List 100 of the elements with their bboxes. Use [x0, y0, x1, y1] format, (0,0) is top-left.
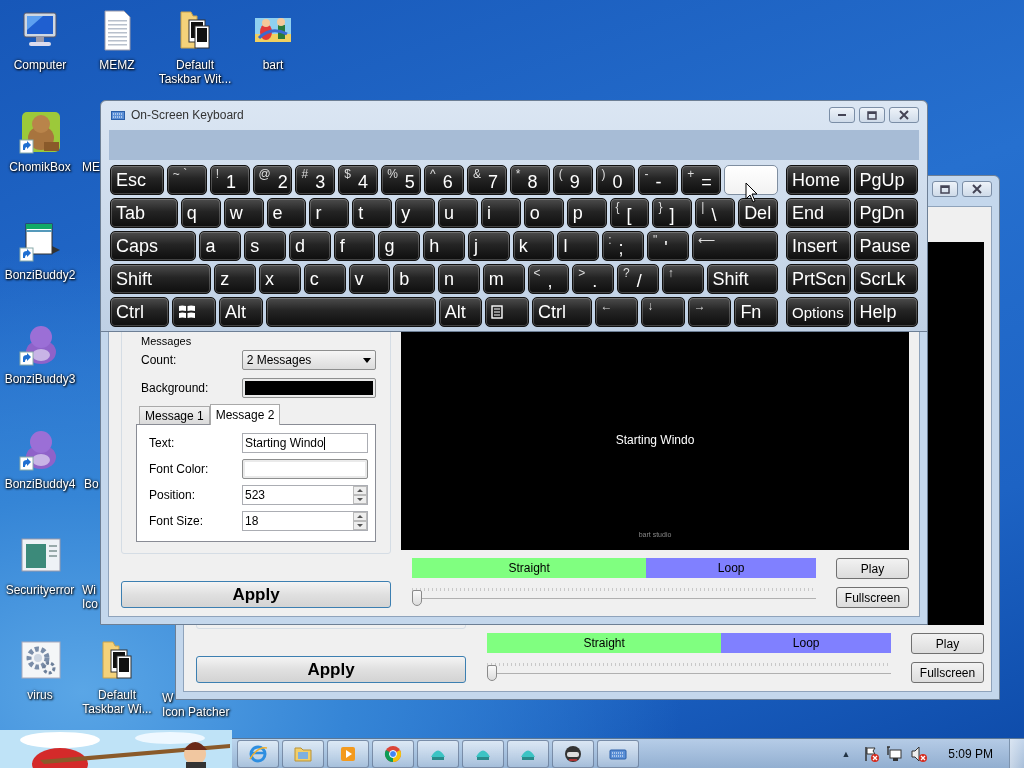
keyboard-key[interactable]: Insert — [786, 231, 851, 261]
keyboard-key[interactable]: x — [259, 264, 301, 294]
show-hidden-icons-button[interactable]: ▲ — [841, 748, 851, 759]
keyboard-key[interactable]: # 3 — [295, 165, 336, 195]
keyboard-key[interactable]: Help — [853, 297, 918, 327]
keyboard-key[interactable]: ← — [594, 297, 639, 327]
tab[interactable]: Message 1 — [139, 406, 210, 424]
slider-thumb[interactable] — [487, 665, 497, 681]
keyboard-key[interactable]: PgUp — [853, 165, 918, 195]
keyboard-key[interactable]: d — [288, 231, 331, 261]
keyboard-key[interactable]: < , — [527, 264, 570, 294]
keyboard-key[interactable]: & 7 — [466, 165, 507, 195]
keyboard-key[interactable] — [485, 297, 530, 327]
keyboard-key[interactable]: Ctrl — [110, 297, 170, 327]
keyboard-key[interactable]: ^ 6 — [424, 165, 464, 195]
mode-segment[interactable]: Straight — [412, 558, 647, 578]
mode-segment[interactable]: Loop — [721, 633, 891, 653]
keyboard-key[interactable]: t — [352, 198, 393, 228]
keyboard-key[interactable]: c — [303, 264, 346, 294]
keyboard-key[interactable]: Home — [786, 165, 851, 195]
keyboard-key[interactable]: Ctrl — [532, 297, 592, 327]
keyboard-key[interactable]: Shift — [706, 264, 778, 294]
maximize-button[interactable] — [859, 107, 885, 123]
fullscreen-button[interactable]: Fullscreen — [836, 587, 909, 608]
keyboard-key[interactable]: q — [180, 198, 221, 228]
keyboard-key[interactable]: u — [438, 198, 478, 228]
keyboard-key[interactable]: g — [378, 231, 421, 261]
play-button[interactable]: Play — [911, 633, 984, 654]
keyboard-key[interactable]: k — [512, 231, 555, 261]
keyboard-key[interactable]: z — [214, 264, 256, 294]
keyboard-key[interactable]: $ 4 — [338, 165, 379, 195]
keyboard-key[interactable]: ~ ` — [166, 165, 207, 195]
keyboard-key[interactable]: ↓ — [641, 297, 685, 327]
keyboard-key[interactable]: b — [393, 264, 435, 294]
keyboard-key[interactable]: Esc — [110, 165, 164, 195]
close-button[interactable] — [889, 107, 919, 123]
maximize-button[interactable] — [932, 181, 958, 197]
clock[interactable]: 5:09 PM — [948, 746, 993, 761]
keyboard-key[interactable]: } ] — [652, 198, 693, 228]
keyboard-key[interactable]: { [ — [609, 198, 650, 228]
show-desktop-button[interactable] — [1009, 739, 1024, 768]
flag-icon[interactable] — [862, 744, 881, 763]
keyboard-key[interactable]: ( 9 — [552, 165, 593, 195]
keyboard-key[interactable]: * 8 — [509, 165, 550, 195]
keyboard-key[interactable]: s — [244, 231, 286, 261]
keyboard-key[interactable]: | \ — [695, 198, 736, 228]
keyboard-key[interactable]: o — [523, 198, 564, 228]
minimize-button[interactable] — [829, 107, 855, 123]
keyboard-key[interactable]: v — [348, 264, 391, 294]
keyboard-key[interactable]: PgDn — [853, 198, 918, 228]
keyboard-key[interactable]: Alt — [219, 297, 263, 327]
keyboard-key[interactable]: Del — [738, 198, 778, 228]
keyboard-key[interactable]: Options — [786, 297, 851, 327]
mode-segment[interactable]: Straight — [487, 633, 722, 653]
keyboard-key[interactable]: + = — [681, 165, 722, 195]
keyboard-key[interactable]: l — [557, 231, 600, 261]
keyboard-key[interactable]: > . — [572, 264, 614, 294]
keyboard-key[interactable]: Shift — [110, 264, 212, 294]
text-field[interactable]: Starting Windo — [242, 433, 368, 453]
count-dropdown[interactable]: 2 Messages — [241, 350, 376, 370]
keyboard-key[interactable]: n — [438, 264, 480, 294]
keyboard-key[interactable]: - - — [638, 165, 679, 195]
tab[interactable]: Message 2 — [209, 404, 281, 425]
keyboard-key[interactable]: Fn — [734, 297, 778, 327]
keyboard-key[interactable]: j — [467, 231, 510, 261]
close-button[interactable] — [962, 181, 992, 197]
keyboard-key[interactable]: Caps — [110, 231, 197, 261]
keyboard-key[interactable]: ScrLk — [853, 264, 918, 294]
keyboard-key[interactable]: w — [223, 198, 264, 228]
apply-button[interactable]: Apply — [121, 581, 391, 608]
keyboard-key[interactable]: → — [687, 297, 732, 327]
up-down-arrows-icon[interactable] — [353, 512, 367, 530]
keyboard-key[interactable]: f — [333, 231, 376, 261]
keyboard-key[interactable]: r — [309, 198, 350, 228]
up-down-arrows-icon[interactable] — [353, 486, 367, 504]
keyboard-key[interactable]: " ' — [646, 231, 689, 261]
number-field[interactable]: 18 — [242, 511, 368, 531]
play-button[interactable]: Play — [836, 558, 909, 579]
keyboard-key[interactable]: m — [482, 264, 525, 294]
number-field[interactable]: 523 — [242, 485, 368, 505]
keyboard-key[interactable]: ⟵ — [691, 231, 778, 261]
mode-segment[interactable]: Loop — [646, 558, 816, 578]
speaker-icon[interactable] — [910, 744, 929, 763]
keyboard-key[interactable]: : ; — [602, 231, 644, 261]
network-icon[interactable] — [886, 744, 905, 763]
slider-thumb[interactable] — [412, 590, 422, 606]
keyboard-key[interactable]: ? / — [617, 264, 659, 294]
color-swatch[interactable] — [242, 459, 368, 479]
keyboard-key[interactable]: ! 1 — [209, 165, 250, 195]
keyboard-key[interactable]: PrtScn — [786, 264, 851, 294]
keyboard-key[interactable]: a — [199, 231, 242, 261]
keyboard-key[interactable]: e — [266, 198, 307, 228]
keyboard-key[interactable]: @ 2 — [252, 165, 293, 195]
keyboard-key[interactable]: Tab — [110, 198, 178, 228]
apply-button[interactable]: Apply — [196, 656, 466, 683]
keyboard-key[interactable]: p — [566, 198, 607, 228]
keyboard-key[interactable]: h — [423, 231, 465, 261]
color-swatch[interactable] — [241, 378, 376, 398]
keyboard-key[interactable]: % 5 — [381, 165, 422, 195]
taskbar-button[interactable] — [552, 739, 594, 768]
